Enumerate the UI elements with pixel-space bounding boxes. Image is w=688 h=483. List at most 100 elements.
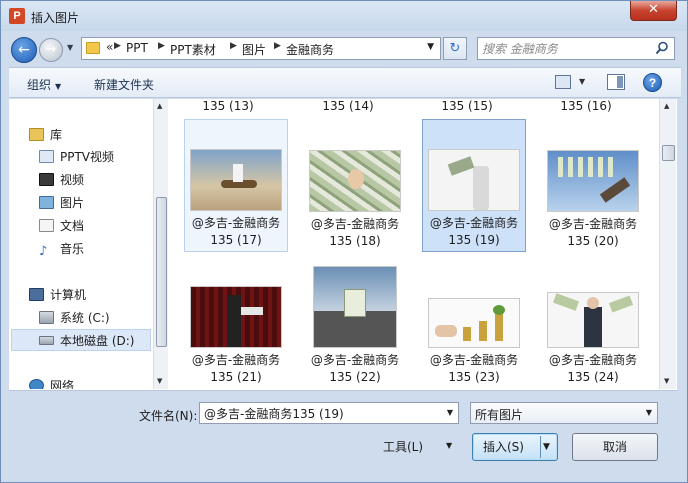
organize-label: 组织 [27, 78, 52, 92]
tools-label: 工具(L) [383, 440, 424, 454]
library-icon [29, 128, 44, 141]
breadcrumb-pictures[interactable]: 图片 [242, 41, 266, 58]
change-view-icon[interactable] [555, 75, 571, 89]
file-type-select[interactable]: 所有图片 ▼ [470, 402, 658, 424]
chevron-down-icon[interactable]: ▼ [447, 408, 453, 417]
pictures-icon [39, 196, 54, 209]
scroll-down-icon[interactable]: ▼ [157, 377, 162, 385]
file-type-value: 所有图片 [475, 408, 524, 422]
search-box[interactable] [477, 37, 675, 60]
sidebar-item-pptv-video[interactable]: PPTV视频 [39, 148, 114, 166]
computer-icon [29, 288, 44, 301]
recent-locations-chevron-icon[interactable]: ▼ [67, 43, 73, 52]
drive-d-icon [39, 336, 54, 345]
sidebar-item-label: 库 [50, 128, 63, 142]
sidebar-item-drive-c[interactable]: 系统 (C:) [39, 309, 110, 327]
drive-c-icon [39, 311, 54, 324]
close-button[interactable]: ✕ [630, 1, 677, 21]
breadcrumb-ppt-materials[interactable]: PPT素材 [170, 41, 216, 58]
sidebar-item-videos[interactable]: 视频 [39, 171, 84, 189]
file-name-line2: 135 (19) [448, 233, 500, 247]
new-folder-button[interactable]: 新建文件夹 [94, 76, 154, 93]
file-thumbnail-item[interactable]: @多吉-金融商务 135 (17) [184, 119, 288, 252]
sidebar-item-documents[interactable]: 文档 [39, 217, 84, 235]
organize-button[interactable]: 组织 ▼ [27, 76, 61, 93]
chevron-down-icon: ▼ [55, 82, 62, 91]
navigation-scrollbar[interactable]: ▲ ▼ [153, 99, 168, 389]
file-label[interactable]: 135 (14) [293, 99, 403, 113]
file-name-line1: @多吉-金融商务 [191, 216, 281, 230]
file-name-field[interactable] [204, 405, 434, 421]
address-bar[interactable]: « ▶ PPT ▶ PPT素材 ▶ 图片 ▶ 金融商务 ▼ [81, 37, 441, 60]
file-thumbnail-item[interactable]: @多吉-金融商务 135 (24) [541, 255, 645, 388]
sidebar-item-label: 本地磁盘 (D:) [60, 334, 135, 348]
navigation-pane: 库 PPTV视频 视频 图片 文档 ♪ 音乐 计算机 系统 (C:) 本地磁盘 … [9, 99, 153, 389]
sidebar-item-pictures[interactable]: 图片 [39, 194, 84, 212]
image-thumbnail [309, 150, 401, 212]
sidebar-item-network[interactable]: 网络 [29, 377, 74, 389]
sidebar-item-music[interactable]: ♪ 音乐 [39, 240, 84, 258]
network-icon [29, 379, 44, 389]
file-name-line2: 135 (23) [448, 370, 500, 384]
scrollbar-thumb[interactable] [662, 145, 675, 161]
file-name-combobox[interactable]: ▼ [199, 402, 459, 424]
file-name-line1: @多吉-金融商务 [310, 353, 400, 367]
help-button[interactable]: ? [643, 73, 662, 92]
file-thumbnail-item[interactable]: @多吉-金融商务 135 (19) [422, 119, 526, 252]
sidebar-item-drive-d[interactable]: 本地磁盘 (D:) [39, 332, 134, 350]
file-thumbnail-item[interactable]: @多吉-金融商务 135 (18) [303, 119, 407, 252]
scrollbar-thumb[interactable] [156, 197, 167, 347]
file-label[interactable]: 135 (13) [173, 99, 283, 113]
breadcrumb-ppt[interactable]: PPT [126, 41, 148, 55]
insert-label: 插入(S) [483, 440, 524, 454]
breadcrumb-finance-business[interactable]: 金融商务 [286, 41, 334, 58]
sidebar-item-computer[interactable]: 计算机 [29, 286, 86, 304]
file-thumbnail-item[interactable]: @多吉-金融商务 135 (22) [303, 255, 407, 388]
sidebar-item-library[interactable]: 库 [29, 126, 62, 144]
back-button[interactable]: ← [11, 37, 37, 63]
scroll-down-icon[interactable]: ▼ [664, 377, 669, 385]
file-name-line1: @多吉-金融商务 [548, 217, 638, 231]
view-options-chevron-icon[interactable]: ▼ [579, 77, 585, 86]
breadcrumb-overflow[interactable]: « [106, 40, 113, 54]
sidebar-item-label: PPTV视频 [60, 150, 115, 164]
file-label[interactable]: 135 (15) [412, 99, 522, 113]
forward-button[interactable]: → [39, 38, 63, 62]
refresh-button[interactable]: ↻ [443, 37, 467, 60]
chevron-down-icon: ▼ [446, 441, 453, 450]
chevron-right-icon: ▶ [114, 41, 121, 51]
image-thumbnail [190, 149, 282, 211]
music-icon: ♪ [39, 244, 48, 259]
image-thumbnail [190, 286, 282, 348]
sidebar-item-label: 网络 [50, 379, 75, 389]
sidebar-item-label: 视频 [60, 173, 85, 187]
tools-button[interactable]: 工具(L) ▼ [383, 438, 459, 458]
video-icon [39, 173, 54, 186]
file-name-line2: 135 (17) [210, 233, 262, 247]
insert-picture-dialog: P 插入图片 ✕ ← → ▼ « ▶ PPT ▶ PPT素材 ▶ 图片 ▶ 金融… [0, 0, 688, 483]
search-icon[interactable] [655, 41, 669, 55]
insert-options-chevron-icon[interactable]: ▼ [543, 434, 550, 460]
file-thumbnail-item[interactable]: @多吉-金融商务 135 (23) [422, 255, 526, 388]
file-list-scrollbar[interactable]: ▲ ▼ [659, 99, 676, 389]
search-input[interactable] [482, 40, 652, 57]
scroll-up-icon[interactable]: ▲ [157, 102, 162, 110]
file-label[interactable]: 135 (16) [531, 99, 641, 113]
image-thumbnail [547, 150, 639, 212]
preview-pane-icon[interactable] [607, 74, 625, 90]
file-name-line2: 135 (24) [567, 370, 619, 384]
command-bar: 组织 ▼ 新建文件夹 ▼ ? [9, 67, 681, 98]
file-thumbnail-item[interactable]: @多吉-金融商务 135 (20) [541, 119, 645, 252]
address-dropdown-icon[interactable]: ▼ [427, 42, 434, 52]
sidebar-item-label: 计算机 [50, 288, 87, 302]
insert-button[interactable]: 插入(S) ▼ [472, 433, 558, 461]
dialog-title: 插入图片 [31, 11, 80, 25]
file-thumbnail-item[interactable]: @多吉-金融商务 135 (21) [184, 255, 288, 388]
chevron-right-icon: ▶ [158, 41, 165, 51]
file-name-line1: @多吉-金融商务 [429, 353, 519, 367]
scroll-up-icon[interactable]: ▲ [664, 102, 669, 110]
cancel-button[interactable]: 取消 [572, 433, 658, 461]
documents-icon [39, 219, 54, 232]
sidebar-item-label: 系统 (C:) [60, 311, 110, 325]
image-thumbnail [547, 292, 639, 348]
